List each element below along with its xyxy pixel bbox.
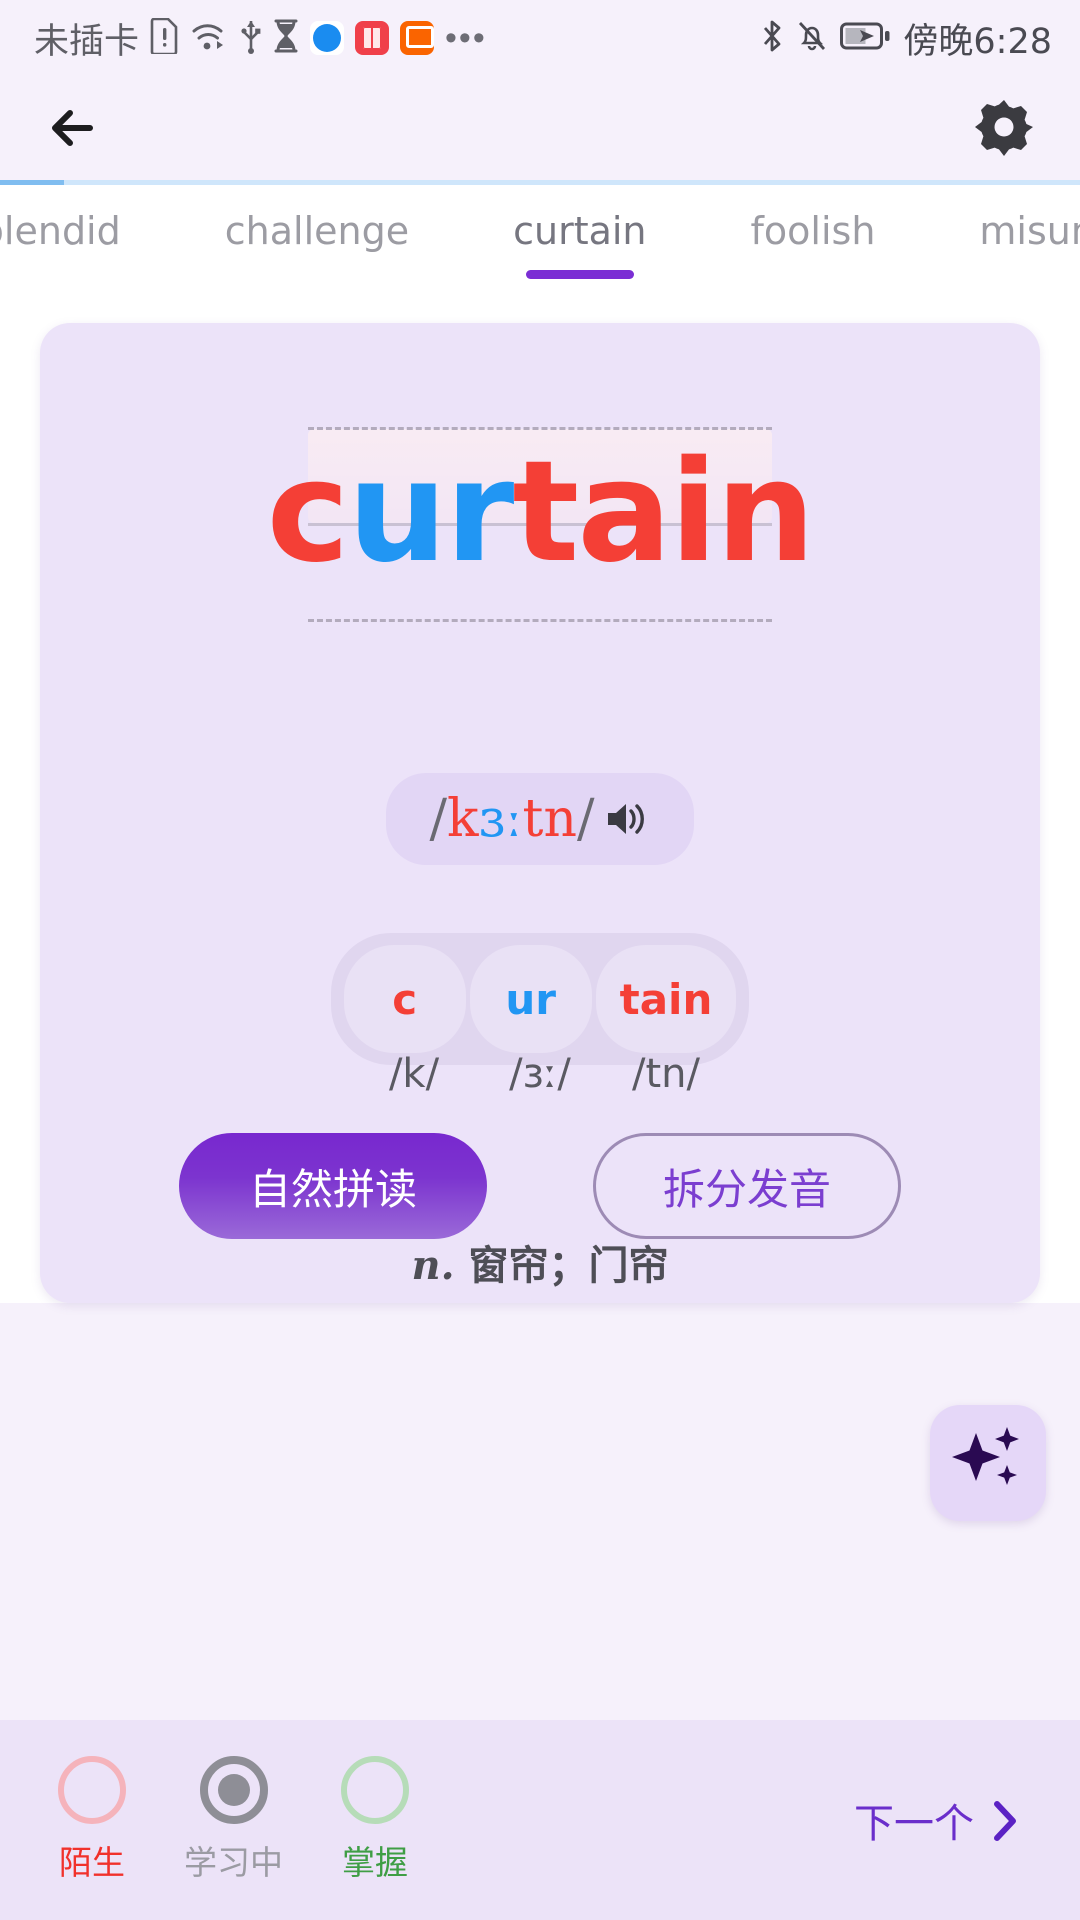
chevron-right-icon xyxy=(992,1800,1018,1841)
syllable-ipa-3: /tn/ xyxy=(632,1051,700,1097)
status-unknown[interactable]: 陌生 xyxy=(58,1756,126,1884)
word-segment-1: c xyxy=(266,431,350,594)
phonetic-close-slash: / xyxy=(576,789,595,849)
status-mastered[interactable]: 掌握 xyxy=(341,1756,409,1884)
clock-label: 傍晚6:28 xyxy=(903,21,1052,62)
card-action-row: 自然拼读 拆分发音 xyxy=(40,1133,1040,1239)
syllable-track-inner: c ur tain xyxy=(330,933,750,1065)
tab-challenge[interactable]: challenge xyxy=(173,209,461,253)
wifi-icon xyxy=(191,20,229,57)
tab-label: challenge xyxy=(224,209,410,253)
learning-circle-icon xyxy=(199,1756,268,1824)
status-label: 学习中 xyxy=(184,1843,283,1882)
part-of-speech: n. xyxy=(411,1242,455,1289)
kuaishou-app-icon xyxy=(400,21,435,55)
definition-text: 窗帘；门帘 xyxy=(468,1243,669,1289)
back-arrow-icon[interactable] xyxy=(46,97,108,159)
phonetic-text: /kɜːtn/ xyxy=(430,789,595,849)
phonetic-segment-3: tn xyxy=(522,789,577,849)
tab-label: misunders xyxy=(979,209,1080,253)
syllable-chip-3[interactable]: tain xyxy=(595,945,737,1053)
tab-splendid[interactable]: splendid xyxy=(0,209,173,253)
unknown-circle-icon xyxy=(58,1756,126,1824)
status-learning[interactable]: 学习中 xyxy=(184,1756,283,1884)
tab-misunderstand[interactable]: misunders xyxy=(927,209,1080,253)
phonetic-open-slash: / xyxy=(429,789,448,849)
ai-sparkles-button[interactable] xyxy=(930,1405,1046,1521)
status-label: 陌生 xyxy=(59,1843,125,1882)
carrier-label: 未插卡 xyxy=(34,21,140,62)
phonetic-segment-1: k xyxy=(447,789,479,849)
status-label: 掌握 xyxy=(342,1843,408,1882)
tab-label: curtain xyxy=(513,209,647,253)
status-bar-left: 未插卡 ••• xyxy=(34,13,487,64)
syllable-track: c ur tain xyxy=(40,933,1040,1065)
usb-icon xyxy=(240,18,262,59)
word-segment-2: ur xyxy=(347,431,515,594)
hourglass-icon xyxy=(273,19,299,58)
syllable-ipa-2: /ɜː/ xyxy=(509,1051,571,1097)
more-dots-icon: ••• xyxy=(445,19,487,57)
bluetooth-icon xyxy=(760,18,784,59)
word-display: curtain xyxy=(40,443,1040,583)
word-card: curtain /kɜːtn/ c ur tain /k/ /ɜː/ /tn/ xyxy=(40,323,1040,1303)
word-tab-strip[interactable]: splendid challenge curtain foolish misun… xyxy=(0,185,1080,303)
syllable-chip-1[interactable]: c xyxy=(343,945,466,1053)
definition-row: n. 窗帘；门帘 xyxy=(40,1233,1040,1291)
syllable-chip-2[interactable]: ur xyxy=(469,945,592,1053)
tab-label: splendid xyxy=(0,209,121,253)
next-word-button[interactable]: 下一个 xyxy=(854,1791,1030,1849)
status-bar-right: 傍晚6:28 xyxy=(760,13,1052,64)
syllable-ipa-inner: /k/ /ɜː/ /tn/ xyxy=(340,1051,740,1097)
book-app-icon xyxy=(355,21,390,55)
battery-charging-icon xyxy=(840,21,890,56)
phonics-button[interactable]: 自然拼读 xyxy=(179,1133,487,1239)
phonetic-row: /kɜːtn/ xyxy=(40,773,1040,865)
notifications-off-icon xyxy=(797,19,827,58)
sim-card-alert-icon xyxy=(150,17,180,59)
mastered-circle-icon xyxy=(341,1756,409,1824)
card-container: curtain /kɜːtn/ c ur tain /k/ /ɜː/ /tn/ xyxy=(0,303,1080,1303)
syllable-ipa-1: /k/ xyxy=(388,1051,440,1097)
guide-line-top xyxy=(308,427,772,430)
phonetic-pill[interactable]: /kɜːtn/ xyxy=(385,773,695,865)
bottom-bar: 陌生 学习中 掌握 下一个 xyxy=(0,1720,1080,1920)
guide-line-bottom xyxy=(308,619,772,622)
speaker-icon[interactable] xyxy=(604,798,650,840)
settings-gear-icon[interactable] xyxy=(974,97,1036,159)
status-bar: 未插卡 ••• 傍晚6:28 xyxy=(0,0,1080,76)
tab-label: foolish xyxy=(750,209,876,253)
status-group: 陌生 学习中 掌握 xyxy=(58,1756,409,1884)
tab-foolish[interactable]: foolish xyxy=(699,209,928,253)
safari-app-icon xyxy=(310,21,345,55)
active-tab-indicator xyxy=(525,270,634,279)
tab-curtain[interactable]: curtain xyxy=(461,209,698,279)
sparkles-icon xyxy=(949,1425,1027,1502)
phonetic-segment-2: ɜː xyxy=(478,789,523,849)
next-word-label: 下一个 xyxy=(854,1801,974,1847)
word-segment-3: tain xyxy=(512,431,815,594)
nav-bar xyxy=(0,76,1080,180)
syllable-ipa-row: /k/ /ɜː/ /tn/ xyxy=(40,1051,1040,1097)
split-pronunciation-button[interactable]: 拆分发音 xyxy=(593,1133,901,1239)
